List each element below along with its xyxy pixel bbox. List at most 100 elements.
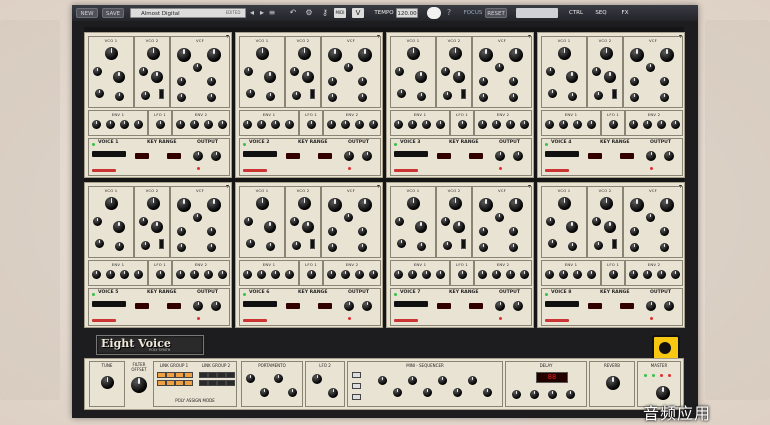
env2-knob[interactable] xyxy=(176,270,185,279)
vcf-vel-knob[interactable] xyxy=(207,93,216,102)
env1-knob[interactable] xyxy=(257,270,266,279)
env2-knob[interactable] xyxy=(355,120,364,129)
sequencer-mode-button[interactable] xyxy=(352,383,361,389)
env1-knob[interactable] xyxy=(92,120,101,129)
vcf-mod-knob[interactable] xyxy=(344,213,353,222)
env2-knob[interactable] xyxy=(643,270,652,279)
vco1-pwm-knob[interactable] xyxy=(395,217,404,226)
vco1-level-knob[interactable] xyxy=(113,221,125,233)
output-mute-led[interactable] xyxy=(348,317,351,320)
master-volume-knob[interactable] xyxy=(656,386,670,400)
portamento-knob[interactable] xyxy=(246,374,255,383)
env1-knob[interactable] xyxy=(120,120,129,129)
vcf-env-knob[interactable] xyxy=(479,227,488,236)
vcf-mod-knob[interactable] xyxy=(344,63,353,72)
filter-offset-knob[interactable] xyxy=(131,377,147,393)
vcf-lfo-knob[interactable] xyxy=(177,93,186,102)
vcf-lfo-knob[interactable] xyxy=(328,93,337,102)
vco1-shape-knob[interactable] xyxy=(115,242,124,251)
sequencer-step-knob[interactable] xyxy=(468,376,477,385)
env2-knob[interactable] xyxy=(327,120,336,129)
vcf-keytrack-knob[interactable] xyxy=(207,77,216,86)
lfo1-rate-knob[interactable] xyxy=(609,120,618,129)
vcf-mod-knob[interactable] xyxy=(193,63,202,72)
env2-knob[interactable] xyxy=(629,270,638,279)
vcf-keytrack-knob[interactable] xyxy=(660,227,669,236)
vcf-mod-knob[interactable] xyxy=(495,63,504,72)
vco2-sync-switch[interactable] xyxy=(612,89,617,99)
vcf-cutoff-knob[interactable] xyxy=(328,198,342,212)
sequencer-mode-button[interactable] xyxy=(352,372,361,378)
layout-selector-icon[interactable] xyxy=(516,8,558,18)
voice-pattern-bar[interactable] xyxy=(394,301,428,307)
link-group-2-pad[interactable] xyxy=(199,380,208,386)
lfo1-rate-knob[interactable] xyxy=(458,120,467,129)
env1-knob[interactable] xyxy=(436,120,445,129)
output-level-knob[interactable] xyxy=(513,301,523,311)
vco2-sync-switch[interactable] xyxy=(612,239,617,249)
tune-knob[interactable] xyxy=(101,376,114,389)
env2-knob[interactable] xyxy=(204,270,213,279)
env1-knob[interactable] xyxy=(106,120,115,129)
vcf-env-knob[interactable] xyxy=(177,77,186,86)
output-pan-knob[interactable] xyxy=(495,301,505,311)
vco2-sync-switch[interactable] xyxy=(159,89,164,99)
env2-knob[interactable] xyxy=(506,270,515,279)
voice-pattern-bar[interactable] xyxy=(394,151,428,157)
vco1-mod-knob[interactable] xyxy=(95,239,104,248)
env2-knob[interactable] xyxy=(341,270,350,279)
vco2-sync-switch[interactable] xyxy=(310,239,315,249)
env1-knob[interactable] xyxy=(394,270,403,279)
vco1-mod-knob[interactable] xyxy=(246,89,255,98)
env2-knob[interactable] xyxy=(520,120,529,129)
lfo1-rate-knob[interactable] xyxy=(156,270,165,279)
vco2-sync-switch[interactable] xyxy=(310,89,315,99)
lfo1-rate-knob[interactable] xyxy=(609,270,618,279)
vcf-mod-knob[interactable] xyxy=(495,213,504,222)
vco2-frequency-knob[interactable] xyxy=(600,197,613,210)
env2-knob[interactable] xyxy=(492,120,501,129)
vcf-mod-knob[interactable] xyxy=(646,63,655,72)
vco2-detune-knob[interactable] xyxy=(441,217,450,226)
env1-knob[interactable] xyxy=(422,120,431,129)
vcf-resonance-knob[interactable] xyxy=(509,198,523,212)
vcf-cutoff-knob[interactable] xyxy=(630,48,644,62)
vco1-mod-knob[interactable] xyxy=(548,89,557,98)
output-level-knob[interactable] xyxy=(664,301,674,311)
env1-knob[interactable] xyxy=(422,270,431,279)
link-group-2-pad[interactable] xyxy=(208,372,217,378)
vco2-mod-knob[interactable] xyxy=(594,91,603,100)
sequencer-step-knob[interactable] xyxy=(378,376,387,385)
env2-knob[interactable] xyxy=(176,120,185,129)
env2-knob[interactable] xyxy=(327,270,336,279)
vco2-level-knob[interactable] xyxy=(302,71,314,83)
voice-pattern-bar[interactable] xyxy=(243,301,277,307)
vco2-sync-switch[interactable] xyxy=(461,89,466,99)
env1-knob[interactable] xyxy=(545,120,554,129)
output-pan-knob[interactable] xyxy=(193,301,203,311)
lfo1-rate-knob[interactable] xyxy=(307,120,316,129)
env1-knob[interactable] xyxy=(106,270,115,279)
env2-knob[interactable] xyxy=(520,270,529,279)
env2-knob[interactable] xyxy=(506,120,515,129)
env2-knob[interactable] xyxy=(657,120,666,129)
lfo1-rate-knob[interactable] xyxy=(458,270,467,279)
metronome-icon[interactable] xyxy=(427,7,441,19)
seq-tab[interactable]: SEQ xyxy=(590,8,612,18)
sequencer-step-knob[interactable] xyxy=(423,388,432,397)
sequencer-step-knob[interactable] xyxy=(408,376,417,385)
link-group-1-pad[interactable] xyxy=(157,380,166,386)
vco2-frequency-knob[interactable] xyxy=(147,197,160,210)
vcf-lfo-knob[interactable] xyxy=(630,243,639,252)
vcf-mod-knob[interactable] xyxy=(193,213,202,222)
voice-pattern-bar[interactable] xyxy=(92,151,126,157)
vcf-cutoff-knob[interactable] xyxy=(328,48,342,62)
vco2-mod-knob[interactable] xyxy=(141,91,150,100)
vco1-pwm-knob[interactable] xyxy=(93,217,102,226)
vco1-frequency-knob[interactable] xyxy=(105,197,118,210)
vco2-mod-knob[interactable] xyxy=(292,241,301,250)
env2-knob[interactable] xyxy=(629,120,638,129)
vcf-vel-knob[interactable] xyxy=(660,243,669,252)
voice-pattern-bar[interactable] xyxy=(545,301,579,307)
env1-knob[interactable] xyxy=(559,270,568,279)
